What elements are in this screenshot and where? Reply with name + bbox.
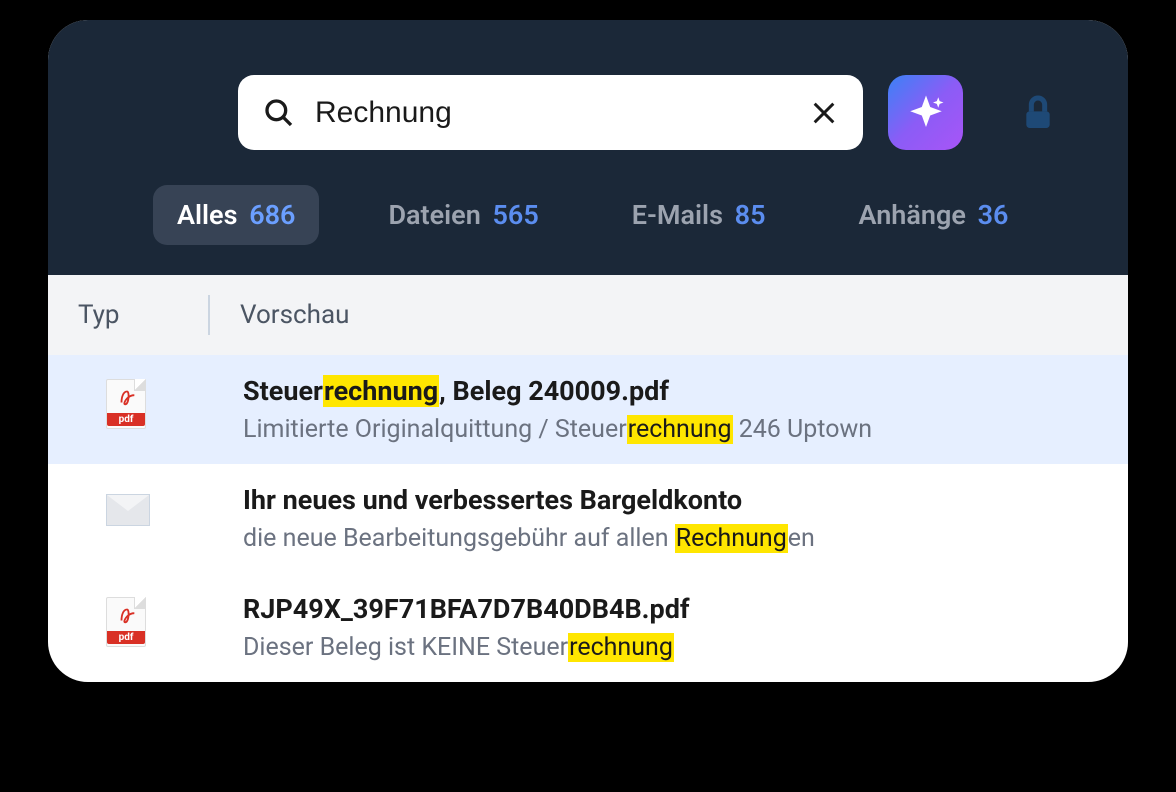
search-input[interactable]	[315, 96, 810, 130]
results-list: pdf Steuerrechnung, Beleg 240009.pdf Lim…	[48, 355, 1128, 682]
column-preview: Vorschau	[240, 300, 349, 330]
result-text-cell: Ihr neues und verbessertes Bargeldkonto …	[243, 484, 1098, 553]
mail-icon	[106, 494, 150, 526]
tab-count: 85	[735, 199, 766, 231]
lock-icon	[1018, 93, 1058, 133]
result-icon-cell	[78, 484, 243, 526]
result-text-cell: RJP49X_39F71BFA7D7B40DB4B.pdf Dieser Bel…	[243, 593, 1098, 662]
result-icon-cell: pdf	[78, 593, 243, 647]
result-snippet: Limitierte Originalquittung / Steuerrech…	[243, 415, 1098, 444]
pdf-icon: pdf	[106, 379, 146, 429]
result-title: Steuerrechnung, Beleg 240009.pdf	[243, 375, 1098, 407]
tab-label: Alles	[177, 199, 237, 231]
column-type: Typ	[78, 300, 208, 330]
clear-icon[interactable]	[810, 99, 838, 127]
sparkle-icon	[905, 92, 947, 134]
pdf-icon: pdf	[106, 597, 146, 647]
tab-emails[interactable]: E-Mails 85	[608, 185, 790, 245]
tab-count: 36	[978, 199, 1009, 231]
search-icon	[263, 97, 295, 129]
tab-attachments[interactable]: Anhänge 36	[835, 185, 1033, 245]
result-title: RJP49X_39F71BFA7D7B40DB4B.pdf	[243, 593, 1098, 625]
result-snippet: Dieser Beleg ist KEINE Steuerrechnung	[243, 633, 1098, 662]
tab-all[interactable]: Alles 686	[153, 185, 319, 245]
tab-count: 565	[493, 199, 539, 231]
result-title: Ihr neues und verbessertes Bargeldkonto	[243, 484, 1098, 516]
result-snippet: die neue Bearbeitungsgebühr auf allen Re…	[243, 524, 1098, 553]
column-header: Typ Vorschau	[48, 275, 1128, 355]
tab-count: 686	[249, 199, 295, 231]
result-row[interactable]: Ihr neues und verbessertes Bargeldkonto …	[48, 464, 1128, 573]
result-icon-cell: pdf	[78, 375, 243, 429]
header: Alles 686 Dateien 565 E-Mails 85 Anhänge…	[48, 20, 1128, 275]
column-divider	[208, 295, 210, 335]
tab-label: Anhänge	[859, 199, 966, 231]
result-row[interactable]: pdf RJP49X_39F71BFA7D7B40DB4B.pdf Dieser…	[48, 573, 1128, 682]
filter-tabs: Alles 686 Dateien 565 E-Mails 85 Anhänge…	[153, 185, 1088, 245]
search-row	[238, 75, 1088, 150]
tab-label: Dateien	[388, 199, 480, 231]
result-text-cell: Steuerrechnung, Beleg 240009.pdf Limitie…	[243, 375, 1098, 444]
result-row[interactable]: pdf Steuerrechnung, Beleg 240009.pdf Lim…	[48, 355, 1128, 464]
tab-files[interactable]: Dateien 565	[364, 185, 562, 245]
tab-label: E-Mails	[632, 199, 723, 231]
search-window: Alles 686 Dateien 565 E-Mails 85 Anhänge…	[48, 20, 1128, 682]
search-box[interactable]	[238, 75, 863, 150]
ai-sparkle-button[interactable]	[888, 75, 963, 150]
